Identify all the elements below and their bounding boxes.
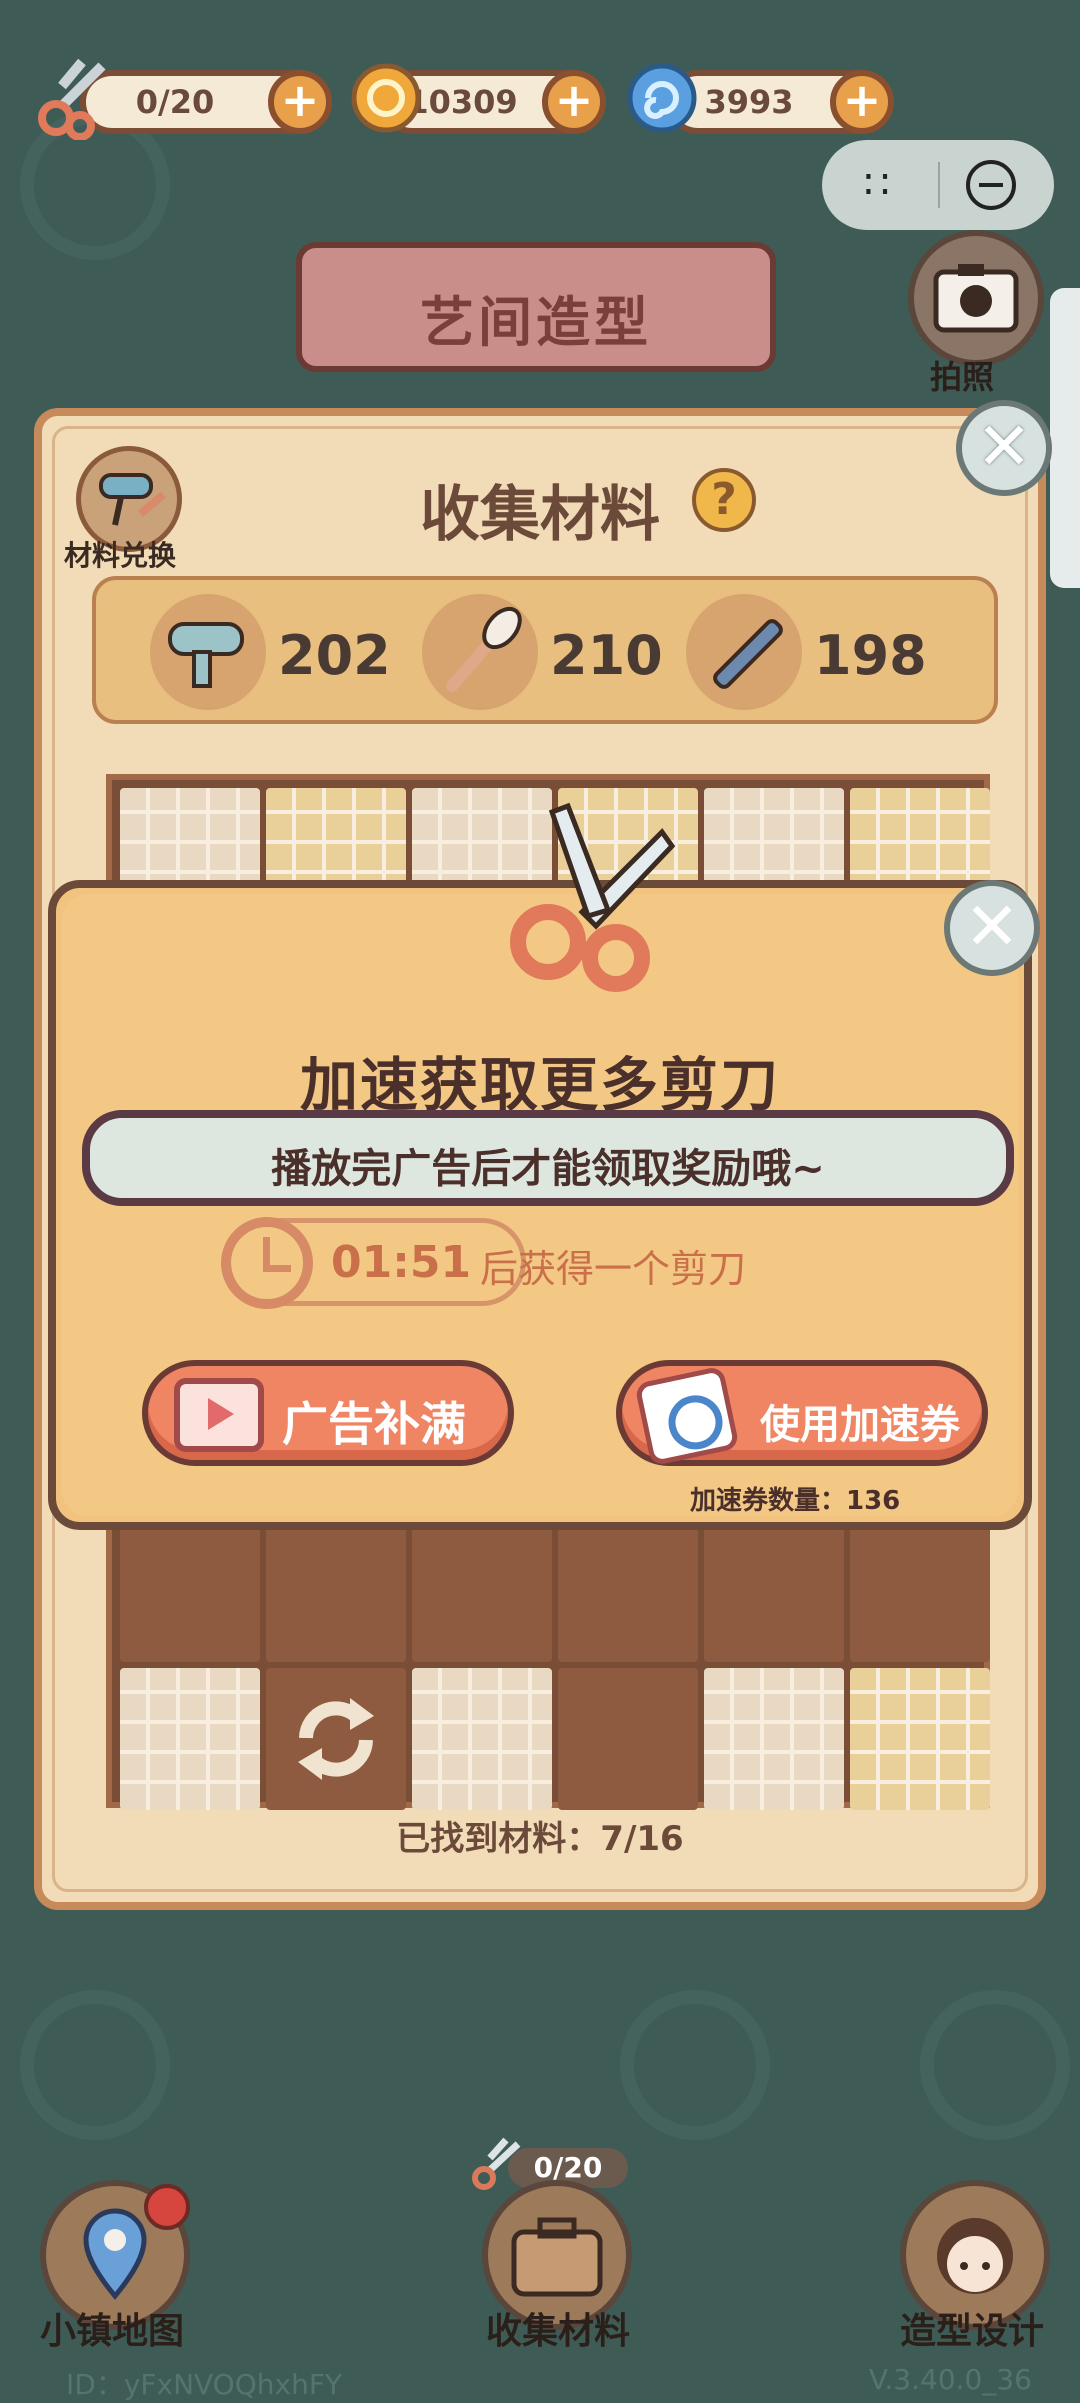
side-scroll-handle[interactable] (1050, 288, 1080, 588)
add-coins-button[interactable]: + (542, 70, 606, 134)
swirl-gem-icon (627, 63, 697, 133)
grid-cell[interactable] (412, 1520, 552, 1662)
voucher-count: 加速券数量：136 (690, 1486, 901, 1516)
makeup-brush-count: 210 (550, 624, 663, 687)
ad-notice: 播放完广告后才能领取奖励哦~ (82, 1110, 1014, 1206)
dialog-close-button[interactable]: ✕ (944, 880, 1040, 976)
comb-count: 198 (814, 624, 927, 687)
timer-value: 01:51 (331, 1237, 472, 1288)
ad-notice-text: 播放完广告后才能领取奖励哦~ (271, 1146, 825, 1192)
background-sun-decoration (20, 1990, 170, 2140)
background-sun-decoration (620, 1990, 770, 2140)
mini-program-capsule: ∷ (822, 140, 1054, 230)
refresh-icon (298, 1698, 374, 1780)
grid-cell[interactable] (704, 1668, 844, 1810)
version: V.3.40.0_36 (868, 2363, 1032, 2396)
grid-cell[interactable] (266, 1520, 406, 1662)
panel-title: 收集材料 (420, 480, 660, 550)
hair-dryer-icon (150, 594, 266, 710)
grid-cell[interactable] (558, 1668, 698, 1810)
add-gems-button[interactable]: + (830, 70, 894, 134)
scissors-icon (510, 802, 676, 992)
scissors-icon (38, 58, 106, 140)
grid-cell[interactable] (704, 1520, 844, 1662)
speed-up-dialog: ✕ 加速获取更多剪刀 播放完广告后才能领取奖励哦~ 01:51 后获得一个剪刀 … (48, 802, 1040, 1530)
material-hair-dryer: 202 (150, 594, 406, 710)
minimize-icon[interactable] (966, 160, 1016, 210)
town-map-label: 小镇地图 (40, 2311, 185, 2352)
watch-ad-button[interactable]: 广告补满 (142, 1360, 514, 1466)
capsule-divider (938, 162, 940, 208)
notification-dot (144, 2184, 190, 2230)
comb-icon (686, 594, 802, 710)
banner-title: 艺间造型 (420, 291, 652, 354)
grid-cell[interactable] (850, 1668, 990, 1810)
material-comb: 198 (686, 594, 942, 710)
coin-icon (351, 63, 421, 133)
panel-close-button[interactable]: ✕ (956, 400, 1052, 496)
voucher-icon (634, 1365, 740, 1467)
use-voucher-button[interactable]: 使用加速券 (616, 1360, 988, 1467)
video-play-icon (174, 1378, 264, 1452)
clock-icon (221, 1217, 313, 1309)
watch-ad-label: 广告补满 (282, 1397, 466, 1451)
camera-button[interactable] (908, 230, 1044, 366)
scissors-small-icon (472, 2137, 521, 2190)
found-materials-text: 已找到材料：7/16 (396, 1819, 684, 1859)
user-id: ID：yFxNVOQhxhFY (66, 2368, 343, 2401)
camera-icon (933, 264, 1019, 333)
makeup-brush-icon (422, 594, 538, 710)
grid-cell[interactable] (850, 1520, 990, 1662)
grid-cell[interactable] (120, 1520, 260, 1662)
collect-materials-nav-label: 收集材料 (486, 2311, 631, 2352)
refresh-cell[interactable] (266, 1668, 406, 1810)
grid-cell[interactable] (412, 1668, 552, 1810)
use-voucher-label: 使用加速券 (760, 1402, 960, 1448)
material-makeup-brush: 210 (422, 594, 678, 710)
hair-dryer-count: 202 (278, 624, 391, 687)
title-banner: 艺间造型 (296, 242, 776, 372)
background-sun-decoration (920, 1990, 1070, 2140)
materials-row: 202 210 198 (92, 576, 998, 724)
camera-label: 拍照 (930, 358, 995, 396)
grid-cell[interactable] (558, 1520, 698, 1662)
timer-suffix: 后获得一个剪刀 (480, 1247, 747, 1291)
style-design-label: 造型设计 (900, 2311, 1045, 2352)
add-scissors-button[interactable]: + (268, 70, 332, 134)
grid-cell[interactable] (120, 1668, 260, 1810)
help-icon[interactable]: ? (692, 468, 756, 532)
more-menu-icon[interactable]: ∷ (864, 162, 893, 208)
